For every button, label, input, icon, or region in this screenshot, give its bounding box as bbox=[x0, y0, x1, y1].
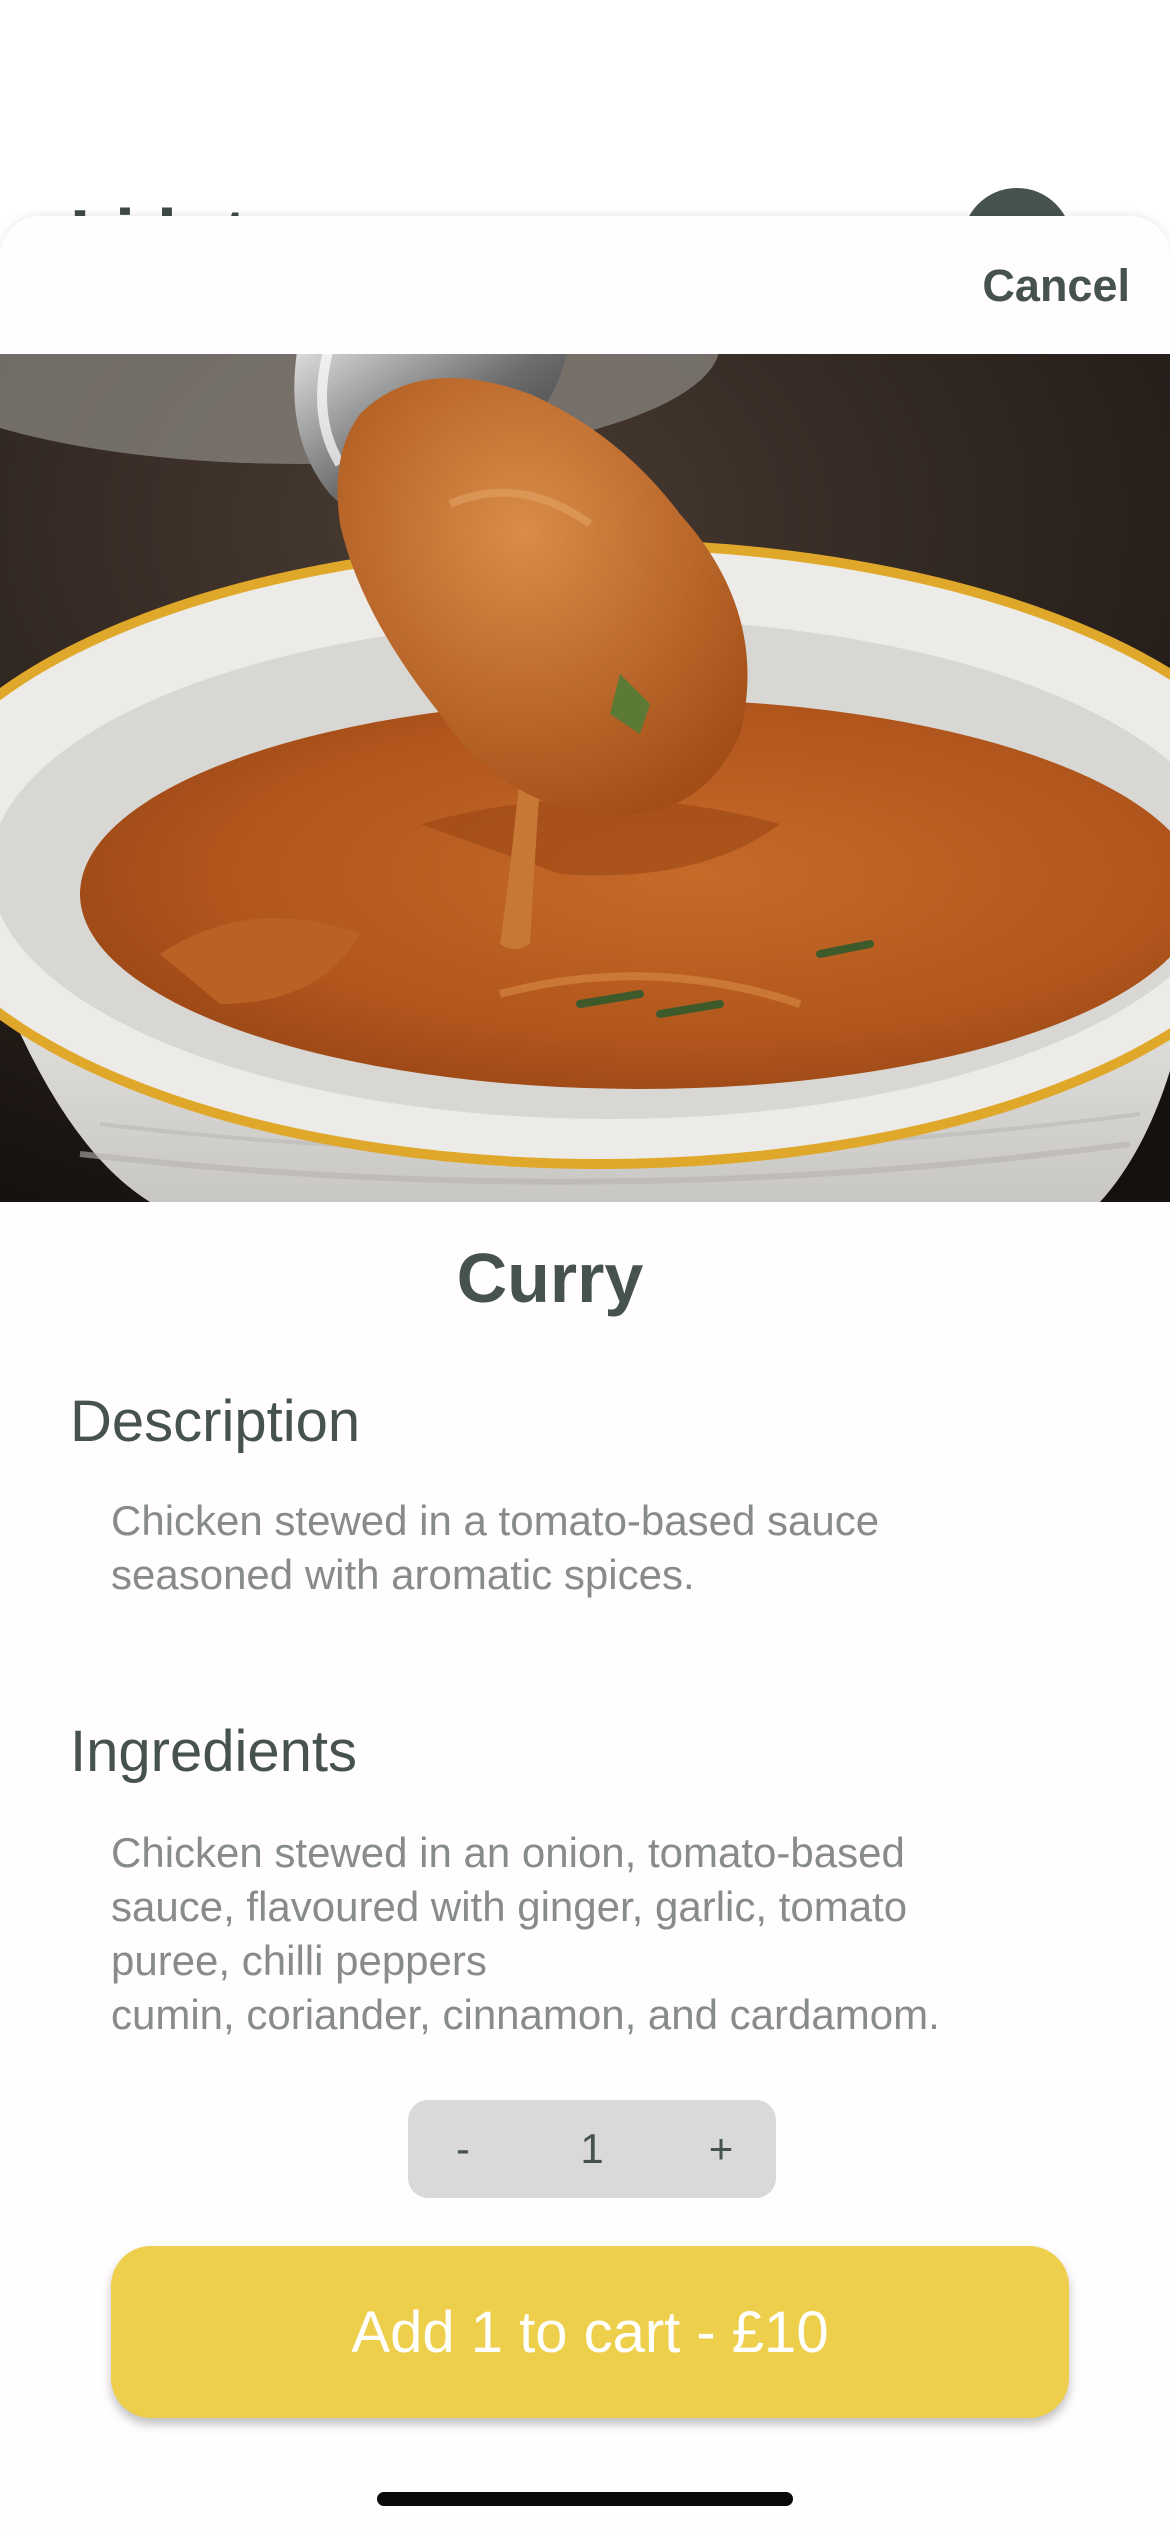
quantity-stepper: - 1 + bbox=[408, 2100, 776, 2198]
curry-photo bbox=[0, 354, 1170, 1202]
ingredients-heading: Ingredients bbox=[70, 1719, 357, 1784]
decrement-button[interactable]: - bbox=[408, 2125, 518, 2173]
add-to-cart-button[interactable]: Add 1 to cart - £10 bbox=[111, 2246, 1069, 2418]
cancel-button[interactable]: Cancel bbox=[982, 260, 1130, 312]
home-indicator[interactable] bbox=[377, 2492, 793, 2506]
description-text: Chicken stewed in a tomato-based sauce s… bbox=[111, 1497, 880, 1598]
item-detail-sheet: Cancel Curry Description Chicken stewed … bbox=[0, 216, 1170, 2532]
ingredients-text: Chicken stewed in an onion, tomato-based… bbox=[111, 1829, 940, 2038]
item-title: Curry bbox=[456, 1239, 644, 1317]
increment-button[interactable]: + bbox=[666, 2125, 776, 2173]
screen: Li h t Cancel bbox=[0, 0, 1170, 2532]
quantity-value: 1 bbox=[580, 2125, 604, 2172]
description-heading: Description bbox=[70, 1389, 361, 1454]
